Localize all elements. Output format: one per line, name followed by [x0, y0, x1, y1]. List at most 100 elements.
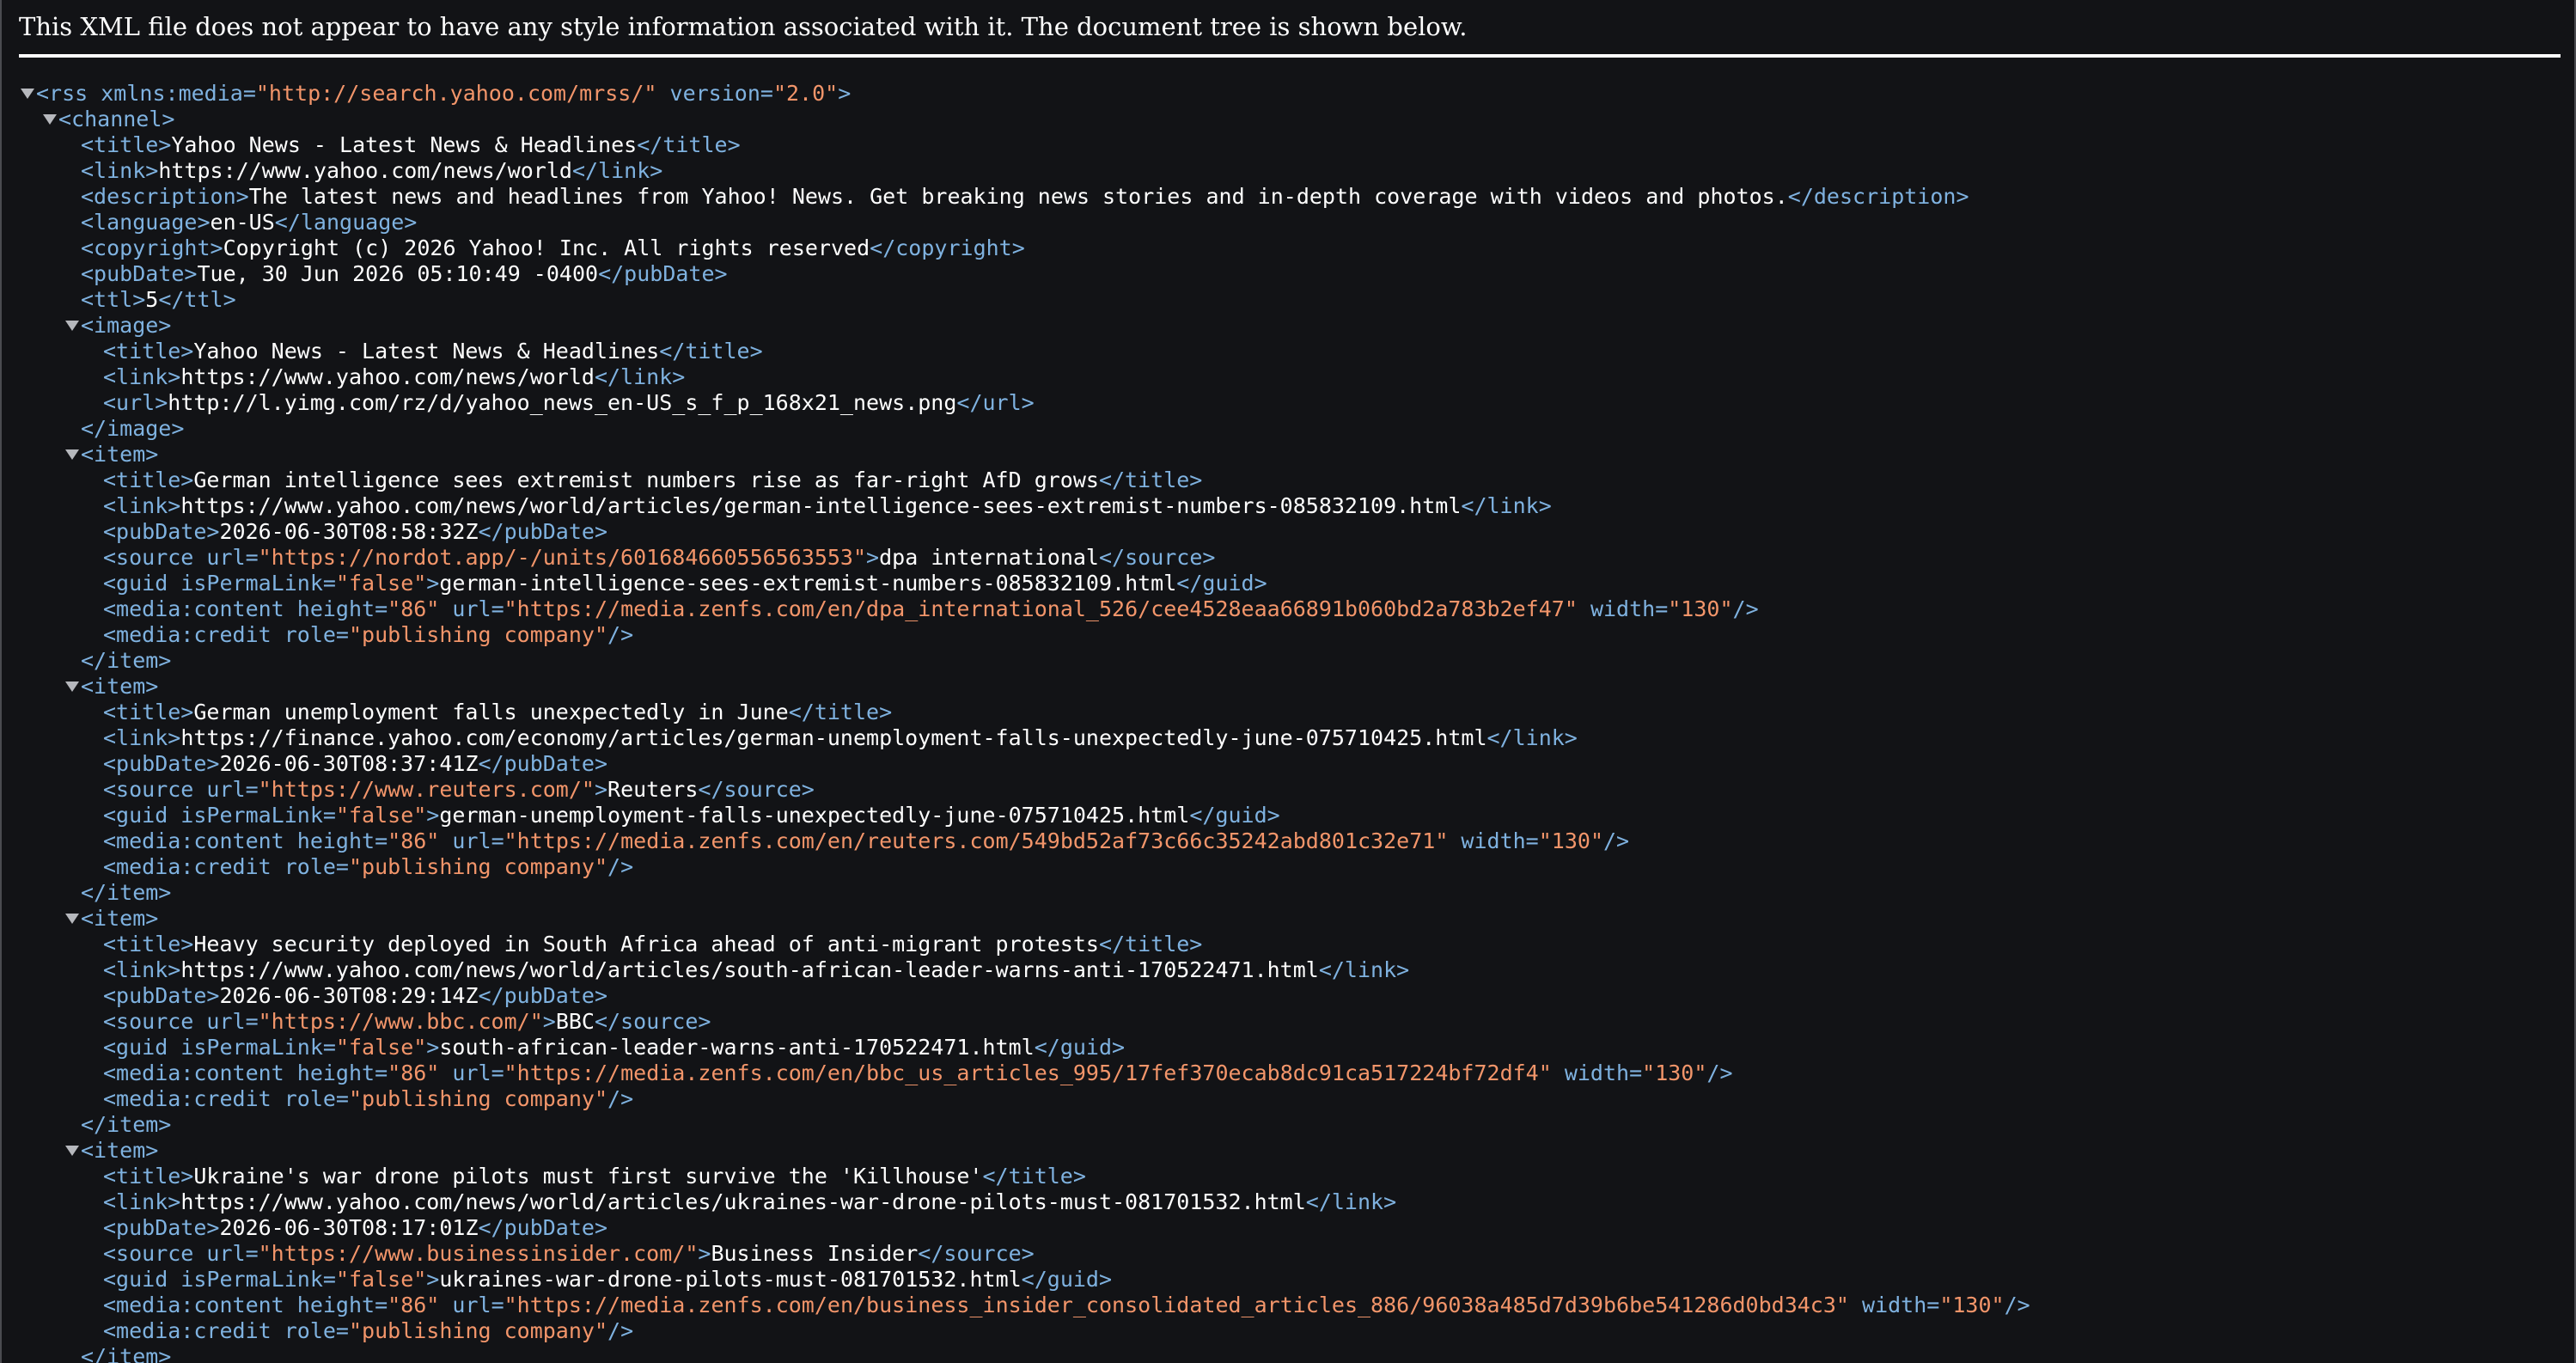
item-line: <item> [2, 674, 2574, 700]
element-text: German intelligence sees extremist numbe… [193, 468, 1099, 492]
attribute-value: "130" [1939, 1293, 2005, 1317]
element-text: Reuters [607, 777, 699, 802]
close-tag: </title> [1098, 932, 1203, 957]
close-tag: </language> [274, 210, 418, 235]
attribute-name: url= [439, 596, 504, 621]
attribute-value: "https://media.zenfs.com/en/bbc_us_artic… [504, 1060, 1552, 1085]
close-tag: </link> [594, 364, 686, 389]
collapse-toggle-icon[interactable] [65, 321, 79, 331]
item-source-line: <source url="https://nordot.app/-/units/… [2, 545, 2574, 571]
media-content-tag: <media:content height= [103, 1293, 388, 1317]
rss-open-tag: <rss xmlns:media= [36, 81, 256, 106]
attribute-value: "false" [335, 571, 427, 596]
item-title-line: <title>German intelligence sees extremis… [2, 468, 2574, 493]
attribute-name: url= [439, 1060, 504, 1085]
item-pubdate-line: <pubDate>2026-06-30T08:17:01Z</pubDate> [2, 1215, 2574, 1241]
item-title-line: <title>Ukraine's war drone pilots must f… [2, 1164, 2574, 1189]
channel-title-line: <title>Yahoo News - Latest News & Headli… [2, 132, 2574, 158]
close-tag: </guid> [1189, 803, 1280, 828]
close-tag: </copyright> [870, 235, 1025, 260]
browser-viewport: This XML file does not appear to have an… [0, 0, 2576, 1363]
item-close-line: </item> [2, 880, 2574, 906]
item-media-credit-line: <media:credit role="publishing company"/… [2, 622, 2574, 648]
tag-end: /> [2004, 1293, 2030, 1317]
open-tag: <title> [81, 132, 172, 157]
attribute-value: "https://media.zenfs.com/en/business_ins… [504, 1293, 1849, 1317]
item-close-tag: </item> [81, 1344, 172, 1363]
element-text: 2026-06-30T08:17:01Z [219, 1215, 479, 1240]
close-tag: </url> [956, 390, 1035, 415]
item-media-credit-line: <media:credit role="publishing company"/… [2, 1086, 2574, 1112]
tag-end: /> [1732, 596, 1759, 621]
channel-line: <channel> [2, 107, 2574, 132]
collapse-toggle-icon[interactable] [43, 114, 57, 125]
image-open-tag: <image> [81, 313, 172, 338]
collapse-toggle-icon[interactable] [21, 89, 34, 99]
element-text: german-unemployment-falls-unexpectedly-j… [439, 803, 1190, 828]
media-content-tag: <media:content height= [103, 596, 388, 621]
close-tag: </link> [1486, 725, 1578, 750]
channel-pubdate-line: <pubDate>Tue, 30 Jun 2026 05:10:49 -0400… [2, 261, 2574, 287]
collapse-toggle-icon[interactable] [65, 1146, 79, 1156]
element-text: dpa international [879, 545, 1099, 570]
element-text: german-intelligence-sees-extremist-numbe… [439, 571, 1177, 596]
tag-end: > [426, 1035, 440, 1060]
image-title-line: <title>Yahoo News - Latest News & Headli… [2, 339, 2574, 364]
collapse-toggle-icon[interactable] [65, 682, 79, 692]
tag-end: > [594, 777, 608, 802]
channel-copyright-line: <copyright>Copyright (c) 2026 Yahoo! Inc… [2, 235, 2574, 261]
item-line: <item> [2, 1138, 2574, 1164]
item-close-line: </item> [2, 648, 2574, 674]
media-credit-tag: <media:credit role= [103, 854, 349, 879]
close-tag: </source> [698, 777, 815, 802]
element-text: https://www.yahoo.com/news/world [158, 158, 572, 183]
image-close-line: </image> [2, 416, 2574, 442]
tag-end: /> [607, 854, 634, 879]
attribute-value: "https://www.reuters.com/" [258, 777, 595, 802]
close-tag: </guid> [1021, 1267, 1113, 1292]
attribute-value: "https://media.zenfs.com/en/dpa_internat… [504, 596, 1578, 621]
item-open-tag: <item> [81, 674, 159, 699]
open-tag: <title> [103, 339, 194, 364]
channel-language-line: <language>en-US</language> [2, 210, 2574, 235]
source-open-tag: <source url= [103, 777, 259, 802]
attribute-value: "http://search.yahoo.com/mrss/" [255, 81, 657, 106]
item-guid-line: <guid isPermaLink="false">german-unemplo… [2, 803, 2574, 828]
image-url-line: <url>http://l.yimg.com/rz/d/yahoo_news_e… [2, 390, 2574, 416]
attribute-name: width= [1577, 596, 1669, 621]
open-tag: <pubDate> [103, 1215, 220, 1240]
collapse-toggle-icon[interactable] [65, 449, 79, 460]
tag-end: > [426, 803, 440, 828]
element-text: https://www.yahoo.com/news/world/article… [180, 493, 1462, 518]
open-tag: <link> [103, 493, 181, 518]
element-text: Business Insider [711, 1241, 919, 1266]
attribute-value: "130" [1668, 596, 1733, 621]
notice-divider [19, 54, 2561, 58]
item-source-line: <source url="https://www.bbc.com/">BBC</… [2, 1009, 2574, 1035]
element-text: The latest news and headlines from Yahoo… [248, 184, 1788, 209]
attribute-value: "86" [388, 1060, 440, 1085]
item-pubdate-line: <pubDate>2026-06-30T08:37:41Z</pubDate> [2, 751, 2574, 777]
element-text: Tue, 30 Jun 2026 05:10:49 -0400 [197, 261, 599, 286]
attribute-value: "publishing company" [348, 1318, 608, 1343]
open-tag: <language> [81, 210, 211, 235]
attribute-name: version= [656, 81, 773, 106]
element-text: https://www.yahoo.com/news/world [180, 364, 595, 389]
element-text: Ukraine's war drone pilots must first su… [193, 1164, 983, 1189]
item-media-content-line: <media:content height="86" url="https://… [2, 596, 2574, 622]
item-open-tag: <item> [81, 906, 159, 931]
attribute-value: "130" [1538, 828, 1603, 853]
item-link-line: <link>https://www.yahoo.com/news/world/a… [2, 1189, 2574, 1215]
item-close-line: </item> [2, 1344, 2574, 1363]
close-tag: </guid> [1034, 1035, 1126, 1060]
open-tag: <link> [81, 158, 159, 183]
open-tag: <title> [103, 468, 194, 492]
item-source-line: <source url="https://www.reuters.com/">R… [2, 777, 2574, 803]
open-tag: <link> [103, 1189, 181, 1214]
media-credit-tag: <media:credit role= [103, 1318, 349, 1343]
item-close-line: </item> [2, 1112, 2574, 1138]
item-close-tag: </item> [81, 648, 172, 673]
item-link-line: <link>https://www.yahoo.com/news/world/a… [2, 957, 2574, 983]
collapse-toggle-icon[interactable] [65, 914, 79, 924]
close-tag: </source> [918, 1241, 1035, 1266]
